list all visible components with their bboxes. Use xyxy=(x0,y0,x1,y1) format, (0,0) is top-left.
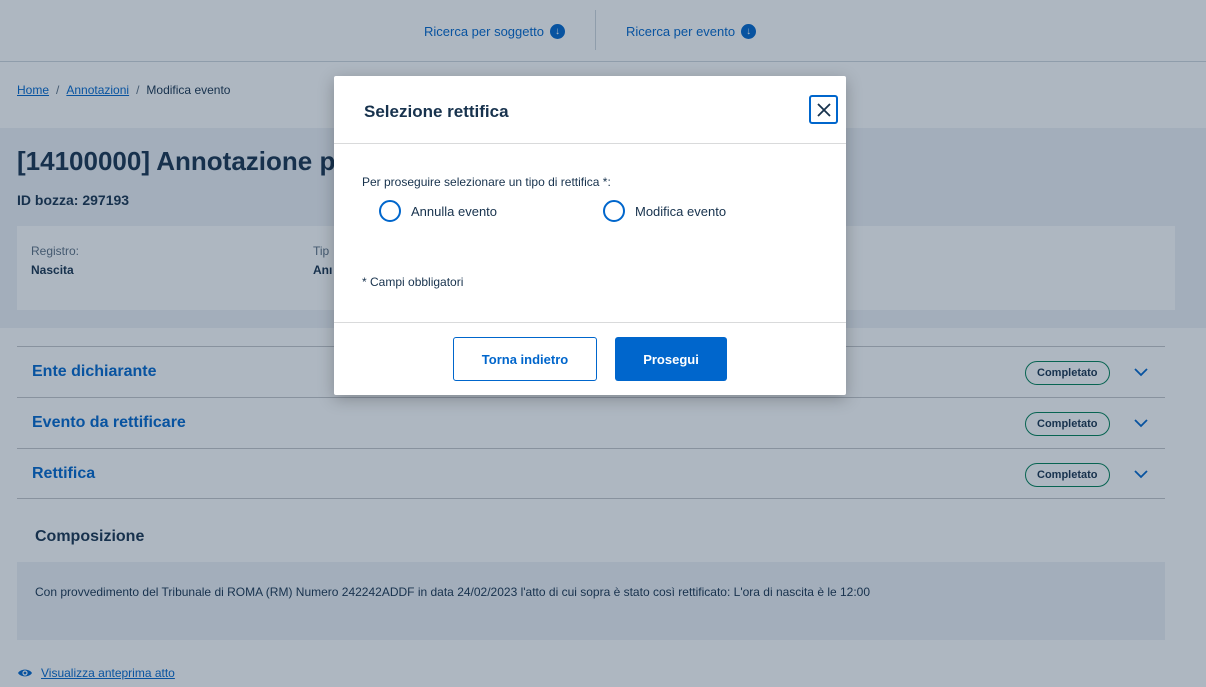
back-button[interactable]: Torna indietro xyxy=(453,337,597,381)
modal-instruction: Per proseguire selezionare un tipo di re… xyxy=(362,175,611,189)
radio-circle[interactable] xyxy=(603,200,625,222)
modal-header-divider xyxy=(334,143,846,144)
close-icon xyxy=(816,102,831,117)
radio-modifica-evento[interactable]: Modifica evento xyxy=(603,200,726,222)
radio-annulla-evento[interactable]: Annulla evento xyxy=(379,200,497,222)
required-fields-note: * Campi obbligatori xyxy=(362,275,464,289)
modal-title: Selezione rettifica xyxy=(364,102,509,121)
continue-button[interactable]: Prosegui xyxy=(615,337,727,381)
close-button[interactable] xyxy=(809,95,838,124)
radio-label: Modifica evento xyxy=(635,203,727,219)
selection-modal: Selezione rettifica Per proseguire selez… xyxy=(334,76,846,395)
radio-label: Annulla evento xyxy=(411,203,498,219)
radio-circle[interactable] xyxy=(379,200,401,222)
modal-footer-divider xyxy=(334,322,846,323)
